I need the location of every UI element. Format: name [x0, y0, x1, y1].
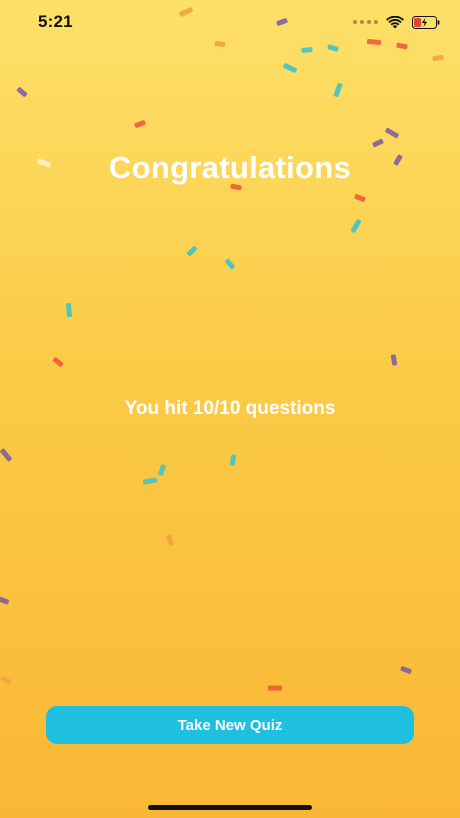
take-new-quiz-button[interactable]: Take New Quiz: [46, 706, 414, 744]
confetti-piece: [354, 194, 366, 202]
confetti-piece: [432, 54, 444, 62]
confetti-piece: [350, 219, 362, 233]
battery-charging-icon: [412, 15, 440, 29]
confetti-piece: [372, 138, 384, 148]
confetti-piece: [158, 464, 166, 476]
confetti-piece: [229, 454, 237, 466]
confetti-piece: [283, 63, 297, 73]
status-icons: [353, 14, 440, 30]
confetti-piece: [134, 120, 146, 128]
home-indicator: [148, 805, 312, 810]
confetti-piece: [0, 675, 12, 685]
confetti-piece: [16, 87, 28, 97]
confetti-piece: [166, 534, 174, 546]
confetti-piece: [142, 477, 158, 485]
confetti-piece: [225, 258, 235, 270]
confetti-piece: [390, 354, 398, 366]
confetti-piece: [268, 685, 282, 691]
page-title: Congratulations: [108, 150, 352, 185]
confetti-piece: [0, 595, 10, 605]
confetti-piece: [66, 302, 72, 318]
confetti-piece: [301, 47, 313, 53]
status-bar: 5:21: [0, 0, 460, 44]
confetti-piece: [385, 127, 399, 139]
confetti-piece: [333, 82, 343, 98]
cellular-signal-icon: [353, 20, 378, 24]
confetti-piece: [186, 245, 198, 257]
status-time: 5:21: [38, 12, 73, 31]
confetti-piece: [0, 448, 12, 462]
wifi-icon: [386, 15, 404, 29]
confetti-piece: [327, 44, 339, 52]
confetti-piece: [52, 357, 64, 367]
quiz-score-text: You hit 10/10 questions: [124, 398, 336, 419]
confetti-piece: [400, 666, 412, 674]
